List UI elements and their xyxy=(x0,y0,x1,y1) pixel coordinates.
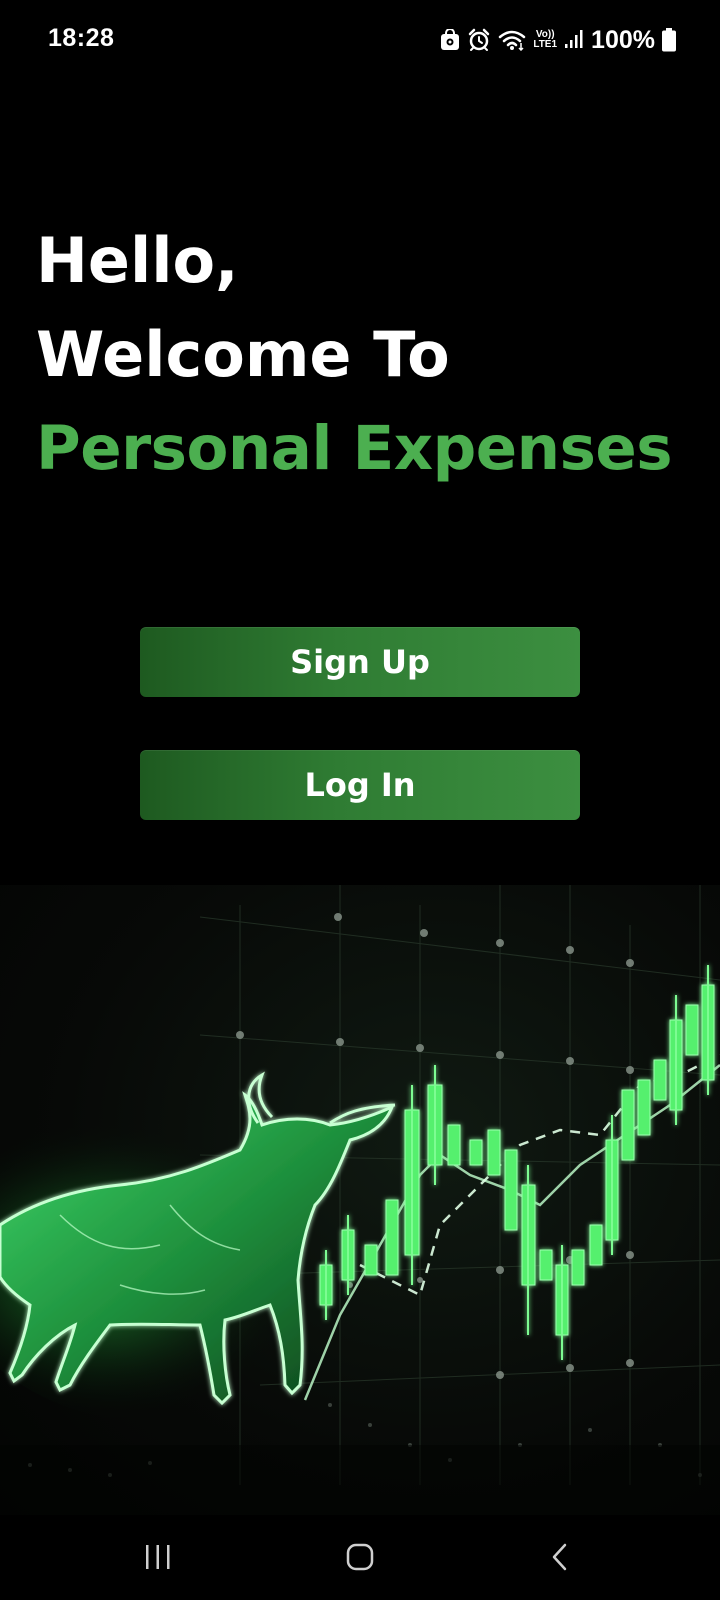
volte-lte-icon: Vo)) LTE1 xyxy=(533,30,557,50)
volte-bottom-text: LTE1 xyxy=(533,39,558,50)
navigation-bar xyxy=(0,1515,720,1600)
signal-icon xyxy=(564,29,584,51)
recent-apps-button[interactable] xyxy=(128,1537,188,1577)
heading-app-name: Personal Expenses xyxy=(36,413,673,484)
status-icons: Vo)) LTE1 100% xyxy=(440,24,676,56)
home-icon xyxy=(346,1543,374,1571)
recent-apps-icon xyxy=(146,1545,170,1569)
heading-hello: Hello, xyxy=(36,224,239,297)
back-button[interactable] xyxy=(530,1537,590,1577)
status-time: 18:28 xyxy=(48,24,115,52)
shopping-bag-icon xyxy=(440,29,460,51)
battery-percent: 100% xyxy=(591,25,655,54)
back-icon xyxy=(552,1543,567,1571)
alarm-icon xyxy=(467,28,491,52)
heading-welcome-to: Welcome To xyxy=(36,318,450,391)
wifi-icon xyxy=(498,29,526,51)
log-in-button[interactable]: Log In xyxy=(140,750,580,820)
home-button[interactable] xyxy=(330,1537,390,1577)
battery-icon xyxy=(662,28,676,52)
sign-up-button[interactable]: Sign Up xyxy=(140,627,580,697)
sign-up-label: Sign Up xyxy=(290,643,430,681)
hero-illustration xyxy=(0,885,720,1515)
log-in-label: Log In xyxy=(304,766,416,804)
status-bar: 18:28 Vo)) LTE1 100% xyxy=(0,0,720,80)
welcome-heading: Hello, Welcome To Personal Expenses xyxy=(36,214,696,496)
bull-stock-chart-illustration xyxy=(0,885,720,1515)
